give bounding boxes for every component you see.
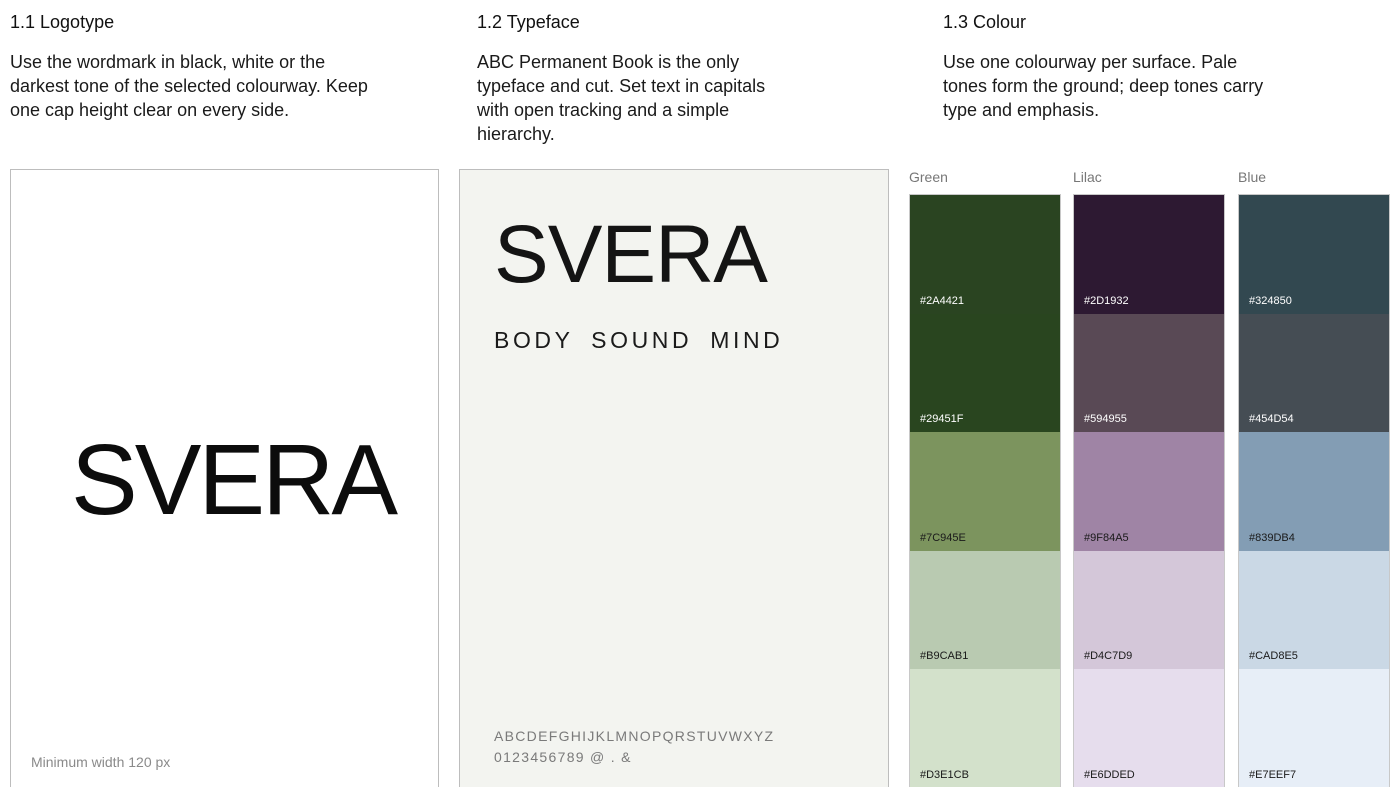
swatch-stack: #2A4421 #29451F #7C945E #B9CAB1 #D3E1CB	[909, 194, 1061, 787]
colour-swatch: #B9CAB1	[910, 550, 1060, 670]
specimen-alphabet: ABCDEFGHIJKLMNOPQRSTUVWXYZ	[494, 728, 775, 744]
colour-swatch: #839DB4	[1239, 432, 1389, 551]
typeface-title: 1.2 Typeface	[477, 12, 580, 32]
swatch-hex: #D3E1CB	[920, 768, 969, 781]
wordmark-logo: SVERA	[71, 424, 398, 536]
colour-swatch: #324850	[1239, 195, 1389, 314]
colour-swatch: #D3E1CB	[910, 669, 1060, 787]
colour-swatch: #29451F	[910, 313, 1060, 433]
typeface-panel: SVERA BODY SOUND MIND ABCDEFGHIJKLMNOPQR…	[459, 169, 889, 787]
swatch-hex: #324850	[1249, 294, 1292, 307]
typeface-wordmark: SVERA	[494, 209, 768, 300]
minimum-width-note: Minimum width 120 px	[31, 754, 171, 770]
colourway-green: Green #2A4421 #29451F #7C945E #B9CAB1 #D…	[909, 169, 1061, 787]
swatch-hex: #454D54	[1249, 413, 1294, 426]
swatch-hex: #9F84A5	[1084, 531, 1129, 544]
swatch-hex: #2A4421	[920, 294, 965, 307]
specimen-numerals: 0123456789 @ . &	[494, 749, 632, 765]
colour-swatch: #E6DDED	[1074, 669, 1224, 787]
swatch-hex: #2D1932	[1084, 294, 1129, 307]
typeface-description: ABC Permanent Book is the only typeface …	[477, 52, 766, 144]
swatch-hex: #29451F	[920, 413, 964, 426]
typeface-tagline: BODY SOUND MIND	[494, 327, 784, 353]
colour-title: 1.3 Colour	[943, 12, 1027, 32]
colourway-lilac: Lilac #2D1932 #594955 #9F84A5 #D4C7D9 #E…	[1073, 169, 1225, 787]
swatch-hex: #839DB4	[1249, 531, 1295, 544]
logotype-description: Use the wordmark in black, white or the …	[10, 52, 368, 120]
colourway-blue: Blue #324850 #454D54 #839DB4 #CAD8E5 #E7…	[1238, 169, 1390, 787]
colour-swatch: #2D1932	[1074, 195, 1224, 314]
colour-swatch: #2A4421	[910, 195, 1060, 314]
logotype-title: 1.1 Logotype	[10, 12, 115, 32]
colour-swatch: #594955	[1074, 313, 1224, 433]
colour-section-header: 1.3 Colour Use one colourway per surface…	[943, 12, 1283, 122]
swatch-hex: #594955	[1084, 413, 1127, 426]
colour-description: Use one colourway per surface. Pale tone…	[943, 52, 1264, 120]
swatch-stack: #2D1932 #594955 #9F84A5 #D4C7D9 #E6DDED	[1073, 194, 1225, 787]
colourway-name: Lilac	[1073, 169, 1102, 185]
swatch-hex: #E6DDED	[1084, 768, 1135, 781]
swatch-stack: #324850 #454D54 #839DB4 #CAD8E5 #E7EEF7	[1238, 194, 1390, 787]
logotype-section-header: 1.1 Logotype Use the wordmark in black, …	[10, 12, 370, 122]
swatch-hex: #D4C7D9	[1084, 650, 1133, 663]
colour-swatch: #454D54	[1239, 313, 1389, 433]
logotype-panel: SVERA Minimum width 120 px	[10, 169, 439, 787]
swatch-hex: #B9CAB1	[920, 650, 969, 663]
colour-swatch: #CAD8E5	[1239, 550, 1389, 670]
typeface-section-header: 1.2 Typeface ABC Permanent Book is the o…	[477, 12, 787, 146]
typeface-specimen: ABCDEFGHIJKLMNOPQRSTUVWXYZ 0123456789 @ …	[494, 726, 774, 768]
colour-swatch: #9F84A5	[1074, 432, 1224, 551]
colourway-name: Green	[909, 169, 948, 185]
colour-swatch: #D4C7D9	[1074, 550, 1224, 670]
swatch-hex: #CAD8E5	[1249, 650, 1298, 663]
swatch-hex: #7C945E	[920, 531, 966, 544]
colourway-name: Blue	[1238, 169, 1267, 185]
colour-swatch: #E7EEF7	[1239, 669, 1389, 787]
swatch-hex: #E7EEF7	[1249, 768, 1297, 781]
colour-swatch: #7C945E	[910, 432, 1060, 551]
